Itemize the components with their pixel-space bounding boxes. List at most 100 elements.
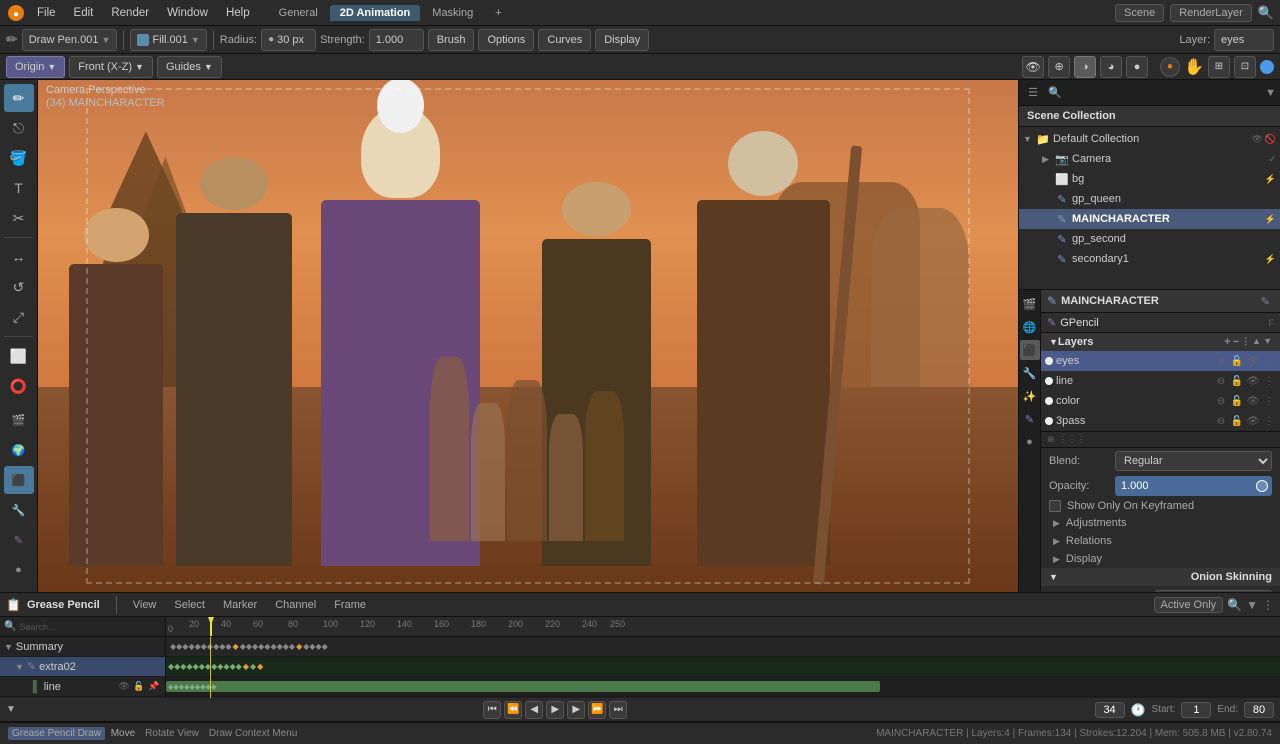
timeline-filter-icon[interactable]: ▼ xyxy=(1246,598,1258,612)
layer-hide-eyes[interactable]: 👁 xyxy=(1246,356,1260,367)
layer-move-up-btn[interactable]: ▲ xyxy=(1252,336,1261,348)
step-back-btn[interactable]: ◀ xyxy=(525,701,543,719)
menu-edit[interactable]: Edit xyxy=(67,5,101,21)
layer-mask-eyes[interactable]: ⊖ xyxy=(1214,356,1228,367)
scene-selector[interactable]: Scene xyxy=(1115,4,1164,22)
layer-options-btn[interactable]: ⋮ xyxy=(1241,336,1250,348)
blender-logo[interactable]: ● xyxy=(6,3,26,23)
viewport-shading-solid[interactable]: ◑ xyxy=(1074,56,1096,78)
layers-section-header[interactable]: ▼ Layers + − ⋮ ▲ ▼ xyxy=(1041,333,1280,351)
timeline-settings-icon[interactable]: ⋮ xyxy=(1262,598,1274,612)
blend-select[interactable]: Regular xyxy=(1115,451,1272,471)
viewport-shading-material[interactable]: ◕ xyxy=(1100,56,1122,78)
onion-skinning-header[interactable]: ▼ Onion Skinning xyxy=(1041,568,1280,586)
play-btn[interactable]: ▶ xyxy=(546,701,564,719)
radius-input[interactable]: ● 30 px xyxy=(261,29,316,51)
move-tool[interactable]: ↔ xyxy=(4,243,34,271)
end-frame-display[interactable]: 80 xyxy=(1244,702,1274,718)
view-mode-btn[interactable]: Origin ▼ xyxy=(6,56,65,78)
data-props-icon[interactable]: ✎ xyxy=(1020,409,1040,429)
menu-file[interactable]: File xyxy=(30,5,63,21)
timeline-channel-btn[interactable]: Channel xyxy=(269,598,322,612)
collection-item-default[interactable]: ▼ 📁 Default Collection 👁 🚫 xyxy=(1019,129,1280,149)
display-btn[interactable]: Display xyxy=(595,29,649,51)
timeline-search-icon[interactable]: 🔍 xyxy=(1227,598,1242,612)
timeline-marker-btn[interactable]: Marker xyxy=(217,598,263,612)
display-header[interactable]: ▶ Display xyxy=(1041,550,1280,568)
jump-back-keyframe-btn[interactable]: ⏪ xyxy=(504,701,522,719)
layer-eyes[interactable]: eyes ⊖ 🔓 👁 ⋮ xyxy=(1041,351,1280,371)
layer-mask-3pass[interactable]: ⊖ xyxy=(1214,416,1228,427)
timeline-select-btn[interactable]: Select xyxy=(168,598,211,612)
viewport-shading-rendered[interactable]: ● xyxy=(1126,56,1148,78)
gizmo-btn[interactable]: ⊕ xyxy=(1048,56,1070,78)
track-line-visibility[interactable]: 👁 xyxy=(117,681,131,692)
scale-tool[interactable]: ⤢ xyxy=(4,303,34,331)
text-tool[interactable]: T xyxy=(4,174,34,202)
current-frame-display[interactable]: 34 xyxy=(1095,702,1125,718)
cutter-tool[interactable]: ✂ xyxy=(4,204,34,232)
object-prop-icon[interactable]: ⬛ xyxy=(4,466,34,494)
timeline-view-btn[interactable]: View xyxy=(127,598,163,612)
curves-btn[interactable]: Curves xyxy=(538,29,591,51)
summary-toggle[interactable]: ▼ xyxy=(6,704,16,715)
snap-btn[interactable]: Front (X-Z) ▼ xyxy=(69,56,153,78)
layer-hide-line[interactable]: 👁 xyxy=(1246,376,1260,387)
layer-hide-3pass[interactable]: 👁 xyxy=(1246,416,1260,427)
filter-icon[interactable]: 🔍 xyxy=(1045,83,1065,103)
collection-item-maincharacter[interactable]: ▶ ✎ MAINCHARACTER ⚡ xyxy=(1019,209,1280,229)
add-layer-btn[interactable]: + xyxy=(1224,336,1230,348)
search-icon[interactable]: 🔍 xyxy=(1258,5,1274,21)
data-prop-icon[interactable]: ✎ xyxy=(4,526,34,554)
guides-btn[interactable]: Guides ▼ xyxy=(157,56,222,78)
brush-btn[interactable]: Brush xyxy=(428,29,475,51)
jump-to-end-btn[interactable]: ⏭ xyxy=(609,701,627,719)
collection-item-secondary1[interactable]: ▶ ✎ secondary1 ⚡ xyxy=(1019,249,1280,269)
layer-color[interactable]: color ⊖ 🔓 👁 ⋮ xyxy=(1041,391,1280,411)
modifier-props-icon[interactable]: 🔧 xyxy=(1020,363,1040,383)
outliner-filter-btn[interactable]: ▼ xyxy=(1265,87,1276,99)
step-forward-btn[interactable]: ▶ xyxy=(567,701,585,719)
options-btn[interactable]: Options xyxy=(478,29,534,51)
track-extra02[interactable]: ▼ ✎ extra02 xyxy=(0,657,165,677)
material-props-icon[interactable]: ● xyxy=(1020,432,1040,452)
tab-general[interactable]: General xyxy=(269,5,328,21)
adjustments-header[interactable]: ▶ Adjustments xyxy=(1041,514,1280,532)
layer-lock-color[interactable]: 🔓 xyxy=(1230,396,1244,407)
outliner-icon[interactable]: ☰ xyxy=(1023,83,1043,103)
view-perspective-btn[interactable]: ⊞ xyxy=(1208,56,1230,78)
layer-hide-color[interactable]: 👁 xyxy=(1246,396,1260,407)
jump-forward-keyframe-btn[interactable]: ⏩ xyxy=(588,701,606,719)
track-line-pin[interactable]: 📌 xyxy=(147,681,161,692)
layer-mask-color[interactable]: ⊖ xyxy=(1214,396,1228,407)
opacity-bar[interactable]: 1.000 xyxy=(1115,476,1272,496)
track-summary[interactable]: ▼ Summary xyxy=(0,637,165,657)
track-line[interactable]: ▶ ▌ line 👁 🔓 📌 xyxy=(0,677,165,697)
world-props-icon[interactable]: 🌐 xyxy=(1020,317,1040,337)
layer-line[interactable]: line ⊖ 🔓 👁 ⋮ xyxy=(1041,371,1280,391)
modifier-prop-icon[interactable]: 🔧 xyxy=(4,496,34,524)
fill-selector[interactable]: Fill.001 ▼ xyxy=(130,29,206,51)
tab-2d-animation[interactable]: 2D Animation xyxy=(330,5,421,21)
relations-header[interactable]: ▶ Relations xyxy=(1041,532,1280,550)
layer-lock-3pass[interactable]: 🔓 xyxy=(1230,416,1244,427)
fill-tool[interactable]: 🪣 xyxy=(4,144,34,172)
layer-mask-line[interactable]: ⊖ xyxy=(1214,376,1228,387)
timeline-type-icon[interactable]: 📋 xyxy=(6,598,21,612)
gpencil-fake-user[interactable]: F xyxy=(1269,318,1275,328)
layer-move-down-btn[interactable]: ▼ xyxy=(1263,336,1272,348)
remove-layer-btn[interactable]: − xyxy=(1233,336,1239,348)
jump-to-start-btn[interactable]: ⏮ xyxy=(483,701,501,719)
layer-lock-line[interactable]: 🔓 xyxy=(1230,376,1244,387)
onion-mode-select[interactable]: Keyframes xyxy=(1155,590,1272,592)
material-prop-icon[interactable]: ● xyxy=(4,556,34,584)
collection-item-bg[interactable]: ▶ ⬜ bg ⚡ xyxy=(1019,169,1280,189)
draw-tool[interactable]: ✏ xyxy=(4,84,34,112)
viewport[interactable]: Camera Perspective (34) MAINCHARACTER xyxy=(38,80,1018,592)
layer-more-3pass[interactable]: ⋮ xyxy=(1262,416,1276,427)
start-frame-display[interactable]: 1 xyxy=(1181,702,1211,718)
viewport-overlay-btn[interactable]: 👁 xyxy=(1022,56,1044,78)
layer-selector[interactable]: eyes xyxy=(1214,29,1274,51)
mode-selector[interactable]: Draw Pen.001 ▼ xyxy=(22,29,118,51)
menu-help[interactable]: Help xyxy=(219,5,257,21)
